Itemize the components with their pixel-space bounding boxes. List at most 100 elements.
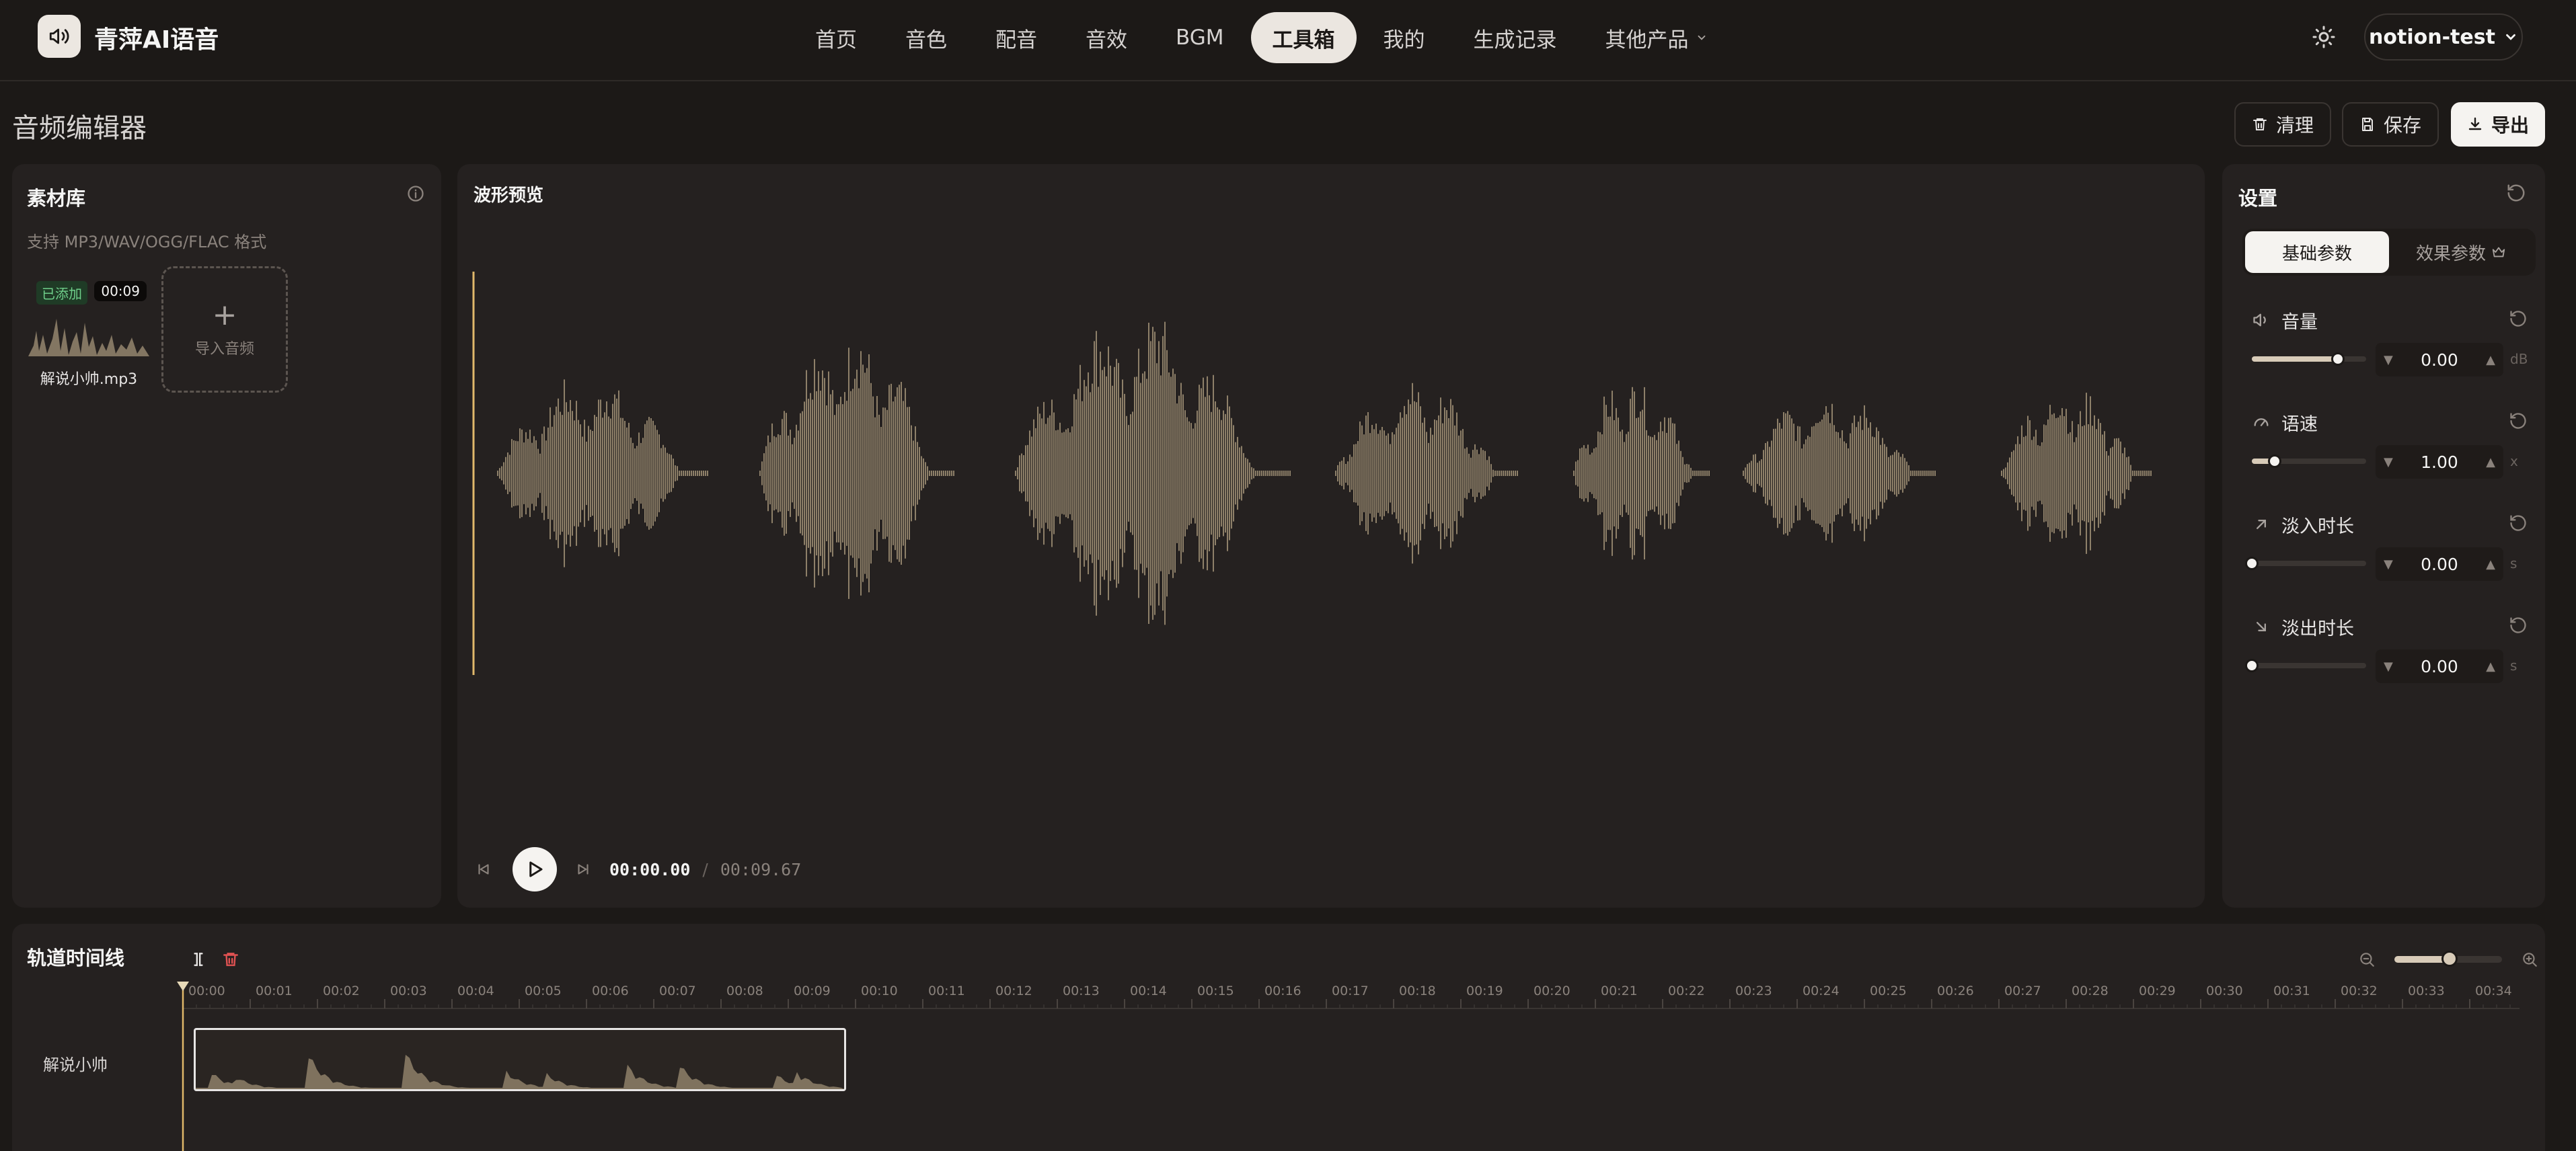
volume-slider[interactable] — [2252, 352, 2366, 366]
param-speed-name: 语速 — [2281, 413, 2318, 435]
nav-item-dubbing[interactable]: 配音 — [974, 12, 1059, 63]
tab-basic-params[interactable]: 基础参数 — [2245, 231, 2389, 273]
param-volume: 音量 ▼ 0.00 ▲ dB — [2252, 307, 2528, 394]
clear-button[interactable]: 清理 — [2234, 102, 2331, 147]
user-menu-button[interactable]: notion-test — [2364, 13, 2523, 61]
save-button[interactable]: 保存 — [2342, 102, 2439, 147]
audio-clip[interactable] — [194, 1028, 846, 1091]
nav-item-toolbox[interactable]: 工具箱 — [1250, 12, 1357, 63]
timeline-panel: 轨道时间线 解说小帅 — [12, 924, 2545, 1151]
speed-value: 1.00 — [2421, 452, 2458, 472]
info-icon[interactable] — [406, 184, 425, 203]
increment-icon[interactable]: ▲ — [2486, 455, 2495, 469]
timeline-tools — [190, 951, 239, 968]
time-separator: / — [702, 859, 708, 879]
play-button[interactable] — [513, 847, 557, 891]
gauge-icon — [2254, 418, 2269, 426]
nav-item-voices[interactable]: 音色 — [884, 12, 969, 63]
import-audio-button[interactable]: + 导入音频 — [161, 266, 288, 393]
increment-icon[interactable]: ▲ — [2486, 660, 2495, 674]
fade-out-value: 0.00 — [2421, 656, 2458, 676]
zoom-slider[interactable] — [2394, 951, 2502, 967]
nav-item-mine[interactable]: 我的 — [1362, 12, 1447, 63]
theme-toggle-button[interactable] — [2304, 20, 2344, 54]
export-button[interactable]: 导出 — [2451, 102, 2545, 147]
current-time: 00:00.00 — [609, 859, 691, 879]
reset-icon[interactable] — [2506, 183, 2526, 203]
zoom-in-icon[interactable] — [2521, 951, 2538, 968]
delete-icon[interactable] — [222, 951, 239, 968]
fade-out-stepper[interactable]: ▼ 0.00 ▲ — [2376, 649, 2503, 683]
export-button-label: 导出 — [2491, 114, 2529, 136]
fade-in-value: 0.00 — [2421, 554, 2458, 574]
fade-out-unit: s — [2510, 658, 2517, 674]
chevron-down-icon — [1698, 35, 1705, 40]
sun-icon — [2312, 26, 2335, 48]
fade-in-slider[interactable] — [2245, 557, 2366, 570]
reset-icon[interactable] — [2509, 411, 2528, 430]
total-time: 00:09.67 — [720, 859, 802, 879]
username: notion-test — [2369, 25, 2495, 49]
volume-icon — [2253, 313, 2266, 327]
fade-in-stepper[interactable]: ▼ 0.00 ▲ — [2376, 547, 2503, 581]
library-item[interactable]: 已添加 00:09 解说小帅.mp3 — [27, 272, 151, 389]
reset-icon[interactable] — [2509, 514, 2528, 532]
volume-unit: dB — [2510, 351, 2528, 367]
waveform-panel: 波形预览 00:00.00 / 00:09.67 — [457, 164, 2205, 908]
transport-controls: 00:00.00 / 00:09.67 — [475, 847, 801, 891]
decrement-icon[interactable]: ▼ — [2384, 660, 2393, 674]
waveform-canvas[interactable] — [457, 272, 2205, 675]
brand-name[interactable]: 青萍AI语音 — [94, 20, 219, 55]
nav-item-history[interactable]: 生成记录 — [1452, 12, 1579, 63]
tab-effect-params[interactable]: 效果参数 — [2389, 231, 2533, 273]
library-item-name: 解说小帅.mp3 — [40, 371, 138, 388]
nav-item-sound-effects[interactable]: 音效 — [1064, 12, 1149, 63]
param-volume-name: 音量 — [2281, 311, 2318, 333]
nav-item-bgm[interactable]: BGM — [1154, 12, 1246, 63]
reset-icon[interactable] — [2509, 616, 2528, 635]
decrement-icon[interactable]: ▼ — [2384, 455, 2393, 469]
decrement-icon[interactable]: ▼ — [2384, 557, 2393, 571]
waveform-title: 波形预览 — [473, 186, 544, 206]
import-audio-label: 导入音频 — [194, 341, 254, 358]
library-title: 素材库 — [27, 187, 86, 210]
arrow-up-right-icon — [2257, 520, 2266, 529]
fade-out-slider[interactable] — [2245, 659, 2366, 672]
download-icon — [2468, 117, 2482, 130]
split-icon[interactable] — [190, 951, 207, 968]
volume-stepper[interactable]: ▼ 0.00 ▲ — [2376, 343, 2503, 376]
library-item-waveform-thumbnail: 已添加 00:09 — [27, 272, 151, 359]
duration-badge: 00:09 — [94, 281, 147, 301]
increment-icon[interactable]: ▲ — [2486, 353, 2495, 367]
param-fade-out: 淡出时长 ▼ 0.00 ▲ s — [2245, 613, 2528, 701]
fade-in-unit: s — [2510, 555, 2517, 571]
clip-waveform — [196, 1054, 844, 1089]
nav-item-home[interactable]: 首页 — [794, 12, 878, 63]
speed-stepper[interactable]: ▼ 1.00 ▲ — [2376, 445, 2503, 479]
clear-button-label: 清理 — [2275, 114, 2314, 136]
track-name: 解说小帅 — [43, 1056, 108, 1074]
nav-item-other-products[interactable]: 其他产品 — [1584, 12, 1729, 63]
main-nav: 首页 音色 配音 音效 BGM 工具箱 我的 生成记录 其他产品 — [794, 12, 1735, 63]
decrement-icon[interactable]: ▼ — [2384, 353, 2393, 367]
timeline-title: 轨道时间线 — [27, 947, 125, 969]
logo-speaker-icon[interactable] — [38, 15, 81, 58]
skip-back-icon[interactable] — [475, 861, 492, 878]
reset-icon[interactable] — [2509, 309, 2528, 328]
save-icon — [2361, 118, 2373, 131]
param-speed: 语速 ▼ 1.00 ▲ x — [2252, 409, 2528, 496]
param-fade-out-name: 淡出时长 — [2281, 618, 2354, 639]
zoom-out-icon[interactable] — [2358, 951, 2376, 968]
speed-slider[interactable] — [2252, 454, 2366, 468]
library-panel: 素材库 支持 MP3/WAV/OGG/FLAC 格式 已添加 00:09 解说小… — [12, 164, 441, 908]
play-icon — [529, 861, 543, 877]
save-button-label: 保存 — [2383, 114, 2421, 136]
skip-forward-icon[interactable] — [574, 861, 592, 878]
increment-icon[interactable]: ▲ — [2486, 557, 2495, 571]
settings-panel: 设置 基础参数 效果参数 音量 ▼ 0.00 ▲ dB 语速 ▼ 1.00 ▲ … — [2222, 164, 2545, 908]
waveform-bars — [497, 321, 2152, 625]
library-format-hint: 支持 MP3/WAV/OGG/FLAC 格式 — [27, 233, 267, 251]
added-badge: 已添加 — [36, 281, 87, 305]
crown-icon — [2492, 247, 2505, 257]
plus-icon: + — [212, 298, 237, 332]
